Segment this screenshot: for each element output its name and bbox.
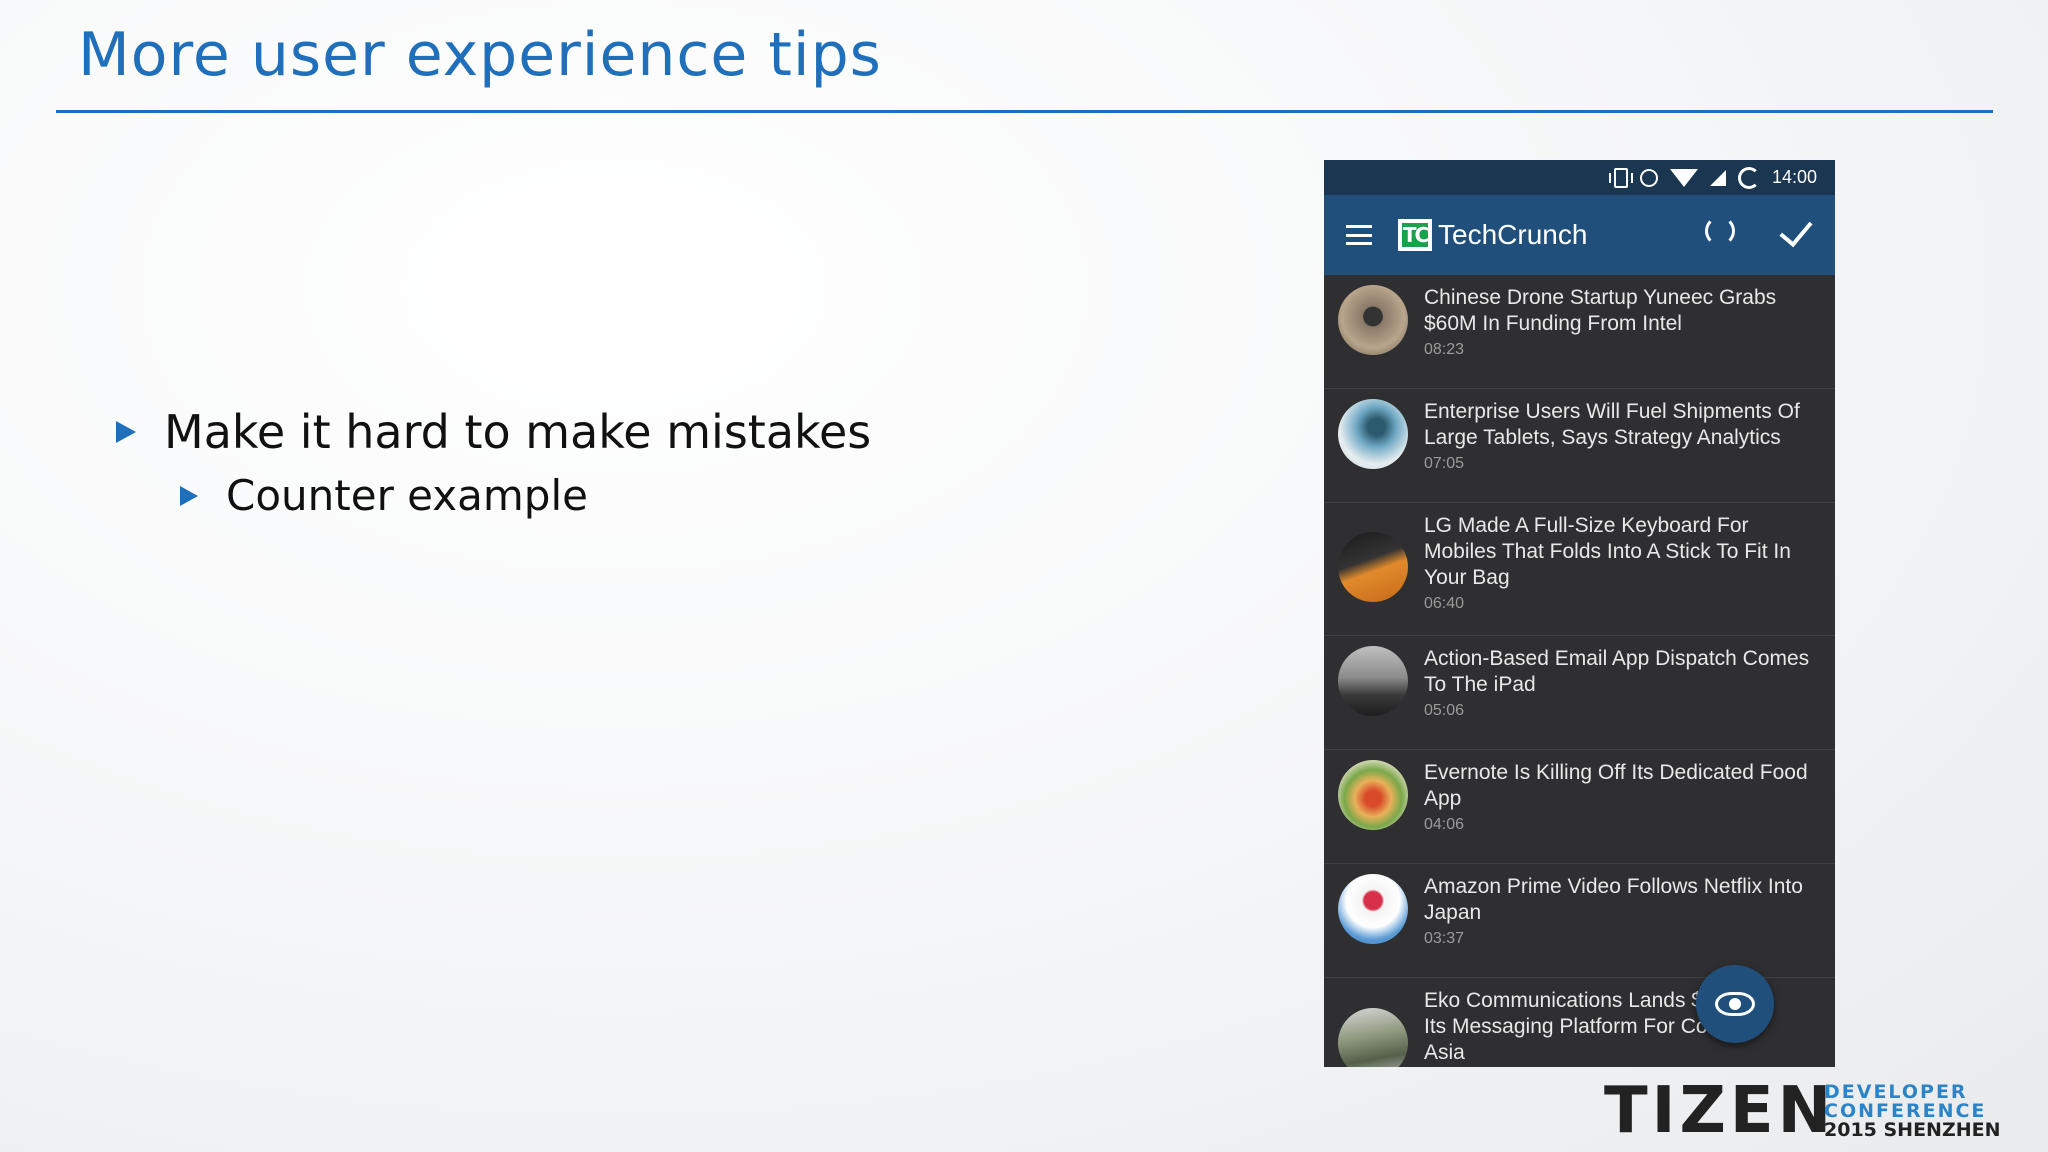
tizen-logo: TIZEN [1604,1074,1836,1148]
vibrate-icon [1608,167,1633,188]
news-thumbnail [1338,1008,1408,1067]
status-time: 14:00 [1771,167,1817,187]
bullet-main: Make it hard to make mistakes [116,405,871,459]
status-bar: 14:00 [1324,160,1835,195]
bullet-text: Make it hard to make mistakes [164,405,872,459]
news-time: 04:06 [1424,816,1465,833]
conference-logo: DEVELOPER CONFERENCE 2015 SHENZHEN [1824,1083,2001,1140]
news-thumbnail [1338,399,1408,469]
news-time: 05:06 [1424,702,1465,719]
bullet-triangle-icon [180,485,198,506]
list-item[interactable]: Enterprise Users Will Fuel Shipments Of … [1324,389,1835,503]
battery-icon [1737,166,1760,189]
title-divider [56,110,1993,113]
slide-title: More user experience tips [78,20,882,90]
bullet-sub: Counter example [180,471,588,520]
news-thumbnail [1338,760,1408,830]
app-bar: TC TechCrunch [1324,195,1835,275]
news-headline: Evernote Is Killing Off Its Dedicated Fo… [1424,761,1808,810]
news-headline: LG Made A Full-Size Keyboard For Mobiles… [1424,514,1791,589]
menu-icon[interactable] [1346,225,1372,245]
eye-icon [1715,992,1755,1016]
phone-screenshot: 14:00 TC TechCrunch Chinese Drone Startu… [1324,160,1835,1067]
alarm-icon [1639,168,1658,187]
list-item[interactable]: Amazon Prime Video Follows Netflix Into … [1324,864,1835,978]
news-headline: Chinese Drone Startup Yuneec Grabs $60M … [1424,286,1777,335]
news-thumbnail [1338,532,1408,602]
refresh-icon[interactable] [1705,216,1735,246]
list-item[interactable]: Chinese Drone Startup Yuneec Grabs $60M … [1324,275,1835,389]
list-item[interactable]: LG Made A Full-Size Keyboard For Mobiles… [1324,503,1835,636]
news-time: 08:23 [1424,341,1465,358]
news-headline: Enterprise Users Will Fuel Shipments Of … [1424,400,1800,449]
news-time: 07:05 [1424,455,1465,472]
bullet-triangle-icon [116,421,136,443]
conference-line-3: 2015 SHENZHEN [1824,1119,2001,1141]
techcrunch-logo-icon: TC [1398,219,1432,251]
app-title: TechCrunch [1438,219,1588,250]
fab-button[interactable] [1696,965,1774,1043]
wifi-icon [1669,168,1698,187]
news-thumbnail [1338,874,1408,944]
news-list: Chinese Drone Startup Yuneec Grabs $60M … [1324,275,1835,1067]
news-thumbnail [1338,285,1408,355]
news-headline: Action-Based Email App Dispatch Comes To… [1424,647,1810,696]
signal-icon [1709,169,1726,186]
news-headline: Amazon Prime Video Follows Netflix Into … [1424,875,1803,924]
bullet-text: Counter example [226,471,588,520]
news-time: 06:40 [1424,595,1465,612]
news-time: 03:37 [1424,930,1465,947]
news-thumbnail [1338,646,1408,716]
list-item[interactable]: Action-Based Email App Dispatch Comes To… [1324,636,1835,750]
check-icon[interactable] [1779,212,1813,248]
list-item[interactable]: Evernote Is Killing Off Its Dedicated Fo… [1324,750,1835,864]
